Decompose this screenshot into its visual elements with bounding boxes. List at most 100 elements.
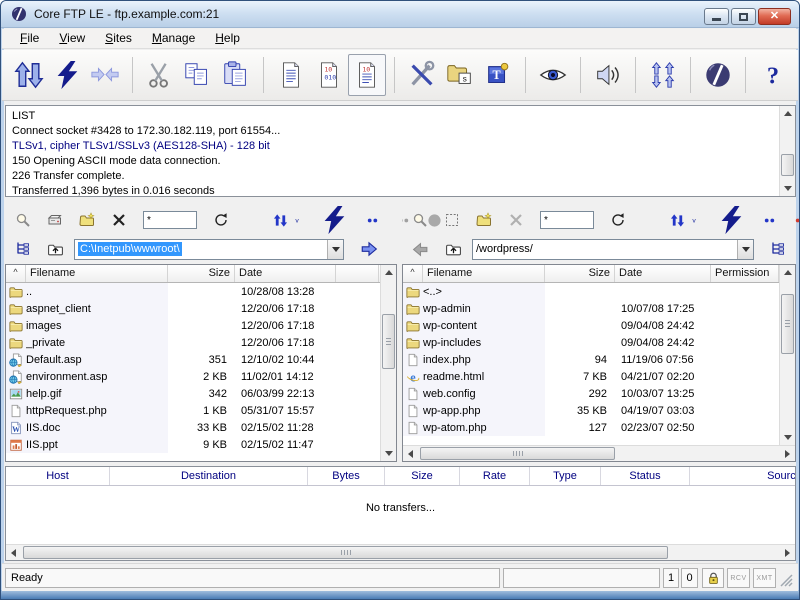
file-row[interactable]: wp-includes09/04/08 24:42 [403, 334, 779, 351]
ascii-mode-button[interactable] [272, 54, 310, 96]
new-folder-icon[interactable] [79, 212, 95, 228]
filter-input[interactable] [540, 211, 594, 229]
file-row[interactable]: ereadme.html7 KB04/21/07 02:20 [403, 368, 779, 385]
dropdown-v-icon[interactable]: v [291, 214, 303, 226]
file-list-vertical-scrollbar[interactable] [779, 265, 795, 445]
combo-dropdown-button[interactable] [327, 240, 343, 259]
back-icon[interactable] [412, 241, 429, 258]
file-list-horizontal-scrollbar[interactable] [403, 445, 795, 461]
scroll-thumb[interactable] [420, 447, 615, 460]
connect-button[interactable] [48, 54, 86, 96]
menu-item-manage[interactable]: Manage [142, 29, 205, 48]
dots-blue-icon[interactable] [365, 213, 380, 228]
new-folder-icon[interactable] [476, 212, 492, 228]
scroll-thumb[interactable] [781, 294, 794, 354]
go-icon[interactable] [360, 240, 378, 258]
tree-icon[interactable] [770, 241, 786, 257]
transfer-arrows-icon[interactable] [670, 213, 685, 228]
connect-icon[interactable] [319, 205, 349, 235]
queue-column-size[interactable]: Size [385, 467, 460, 485]
column-header-date[interactable]: Date [235, 265, 336, 282]
queue-column-status[interactable]: Status [601, 467, 690, 485]
menu-item-help[interactable]: Help [205, 29, 250, 48]
binary-mode-button[interactable]: 10010 [310, 54, 348, 96]
column-header-blank[interactable] [336, 265, 379, 282]
select-icon[interactable] [444, 212, 460, 228]
scroll-thumb[interactable] [382, 314, 395, 369]
column-header-date[interactable]: Date [615, 265, 711, 282]
text-mode-button[interactable]: T [479, 54, 517, 96]
menu-item-file[interactable]: File [10, 29, 49, 48]
scroll-right-button[interactable] [780, 446, 795, 462]
path-combobox[interactable]: C:\Inetpub\wwwroot\ [74, 239, 344, 260]
file-row[interactable]: IIS.ppt9 KB02/15/02 11:47 [6, 436, 380, 453]
column-header-size[interactable]: Size [545, 265, 615, 282]
minimize-button[interactable] [704, 8, 729, 25]
refresh-icon[interactable] [610, 212, 626, 228]
file-row[interactable]: web.config29210/03/07 13:25 [403, 385, 779, 402]
dots-red-icon[interactable] [793, 213, 800, 228]
combo-dropdown-button[interactable] [737, 240, 753, 259]
scroll-up-button[interactable] [780, 265, 796, 280]
close-button[interactable]: ✕ [758, 8, 791, 25]
scroll-left-button[interactable] [403, 446, 418, 462]
queue-column-source[interactable]: Source [690, 467, 795, 485]
dots-blue-icon[interactable] [762, 213, 777, 228]
file-row[interactable]: environment.asp2 KB11/02/01 14:12 [6, 368, 380, 385]
file-row[interactable]: _private12/20/06 17:18 [6, 334, 380, 351]
scroll-up-button[interactable] [381, 265, 397, 280]
filter-input[interactable] [143, 211, 197, 229]
column-header-filename[interactable]: Filename [26, 265, 168, 282]
queue-column-bytes[interactable]: Bytes [308, 467, 385, 485]
path-combobox[interactable]: /wordpress/ [472, 239, 754, 260]
scroll-down-button[interactable] [780, 430, 796, 445]
scroll-right-button[interactable] [780, 545, 795, 561]
refresh-icon[interactable] [213, 212, 229, 228]
file-row[interactable]: wp-atom.php12702/23/07 02:50 [403, 419, 779, 436]
search-icon[interactable] [412, 212, 428, 228]
connect-icon[interactable] [716, 205, 746, 235]
transfer-arrows-icon[interactable] [273, 213, 288, 228]
up-folder-icon[interactable] [47, 241, 64, 258]
maximize-button[interactable] [731, 8, 756, 25]
view-button[interactable] [534, 54, 572, 96]
queue-column-type[interactable]: Type [530, 467, 601, 485]
menu-item-sites[interactable]: Sites [95, 29, 142, 48]
file-row[interactable]: help.gif34206/03/99 22:13 [6, 385, 380, 402]
scroll-left-button[interactable] [6, 545, 21, 561]
column-header-filename[interactable]: Filename [423, 265, 545, 282]
options-button[interactable] [403, 54, 441, 96]
tree-icon[interactable] [15, 241, 31, 257]
disconnect-button[interactable] [86, 54, 124, 96]
file-row[interactable]: wp-admin10/07/08 17:25 [403, 300, 779, 317]
dropdown-v-icon[interactable]: v [688, 214, 700, 226]
log-scrollbar[interactable] [779, 106, 795, 196]
drive-icon[interactable] [47, 212, 63, 228]
sound-button[interactable] [589, 54, 627, 96]
scroll-up-button[interactable] [780, 106, 796, 121]
auto-mode-button[interactable]: 10 [348, 54, 386, 96]
file-list-vertical-scrollbar[interactable] [380, 265, 396, 461]
file-row[interactable]: aspnet_client12/20/06 17:18 [6, 300, 380, 317]
menu-item-view[interactable]: View [49, 29, 95, 48]
file-row[interactable]: WIIS.doc33 KB02/15/02 11:28 [6, 419, 380, 436]
delete-disabled-icon[interactable] [508, 212, 524, 228]
copy-button[interactable] [179, 54, 217, 96]
about-button[interactable] [699, 54, 737, 96]
file-row[interactable]: ..10/28/08 13:28 [6, 283, 380, 300]
paste-button[interactable] [217, 54, 255, 96]
file-row[interactable]: index.php9411/19/06 07:56 [403, 351, 779, 368]
site-manager-button[interactable]: s [441, 54, 479, 96]
scroll-thumb[interactable] [781, 154, 794, 176]
delete-icon[interactable] [111, 212, 127, 228]
queue-column-destination[interactable]: Destination [110, 467, 308, 485]
search-icon[interactable] [15, 212, 31, 228]
file-row[interactable]: httpRequest.php1 KB05/31/07 15:57 [6, 402, 380, 419]
file-row[interactable]: wp-content09/04/08 24:42 [403, 317, 779, 334]
file-row[interactable]: Default.asp35112/10/02 10:44 [6, 351, 380, 368]
scroll-thumb[interactable] [23, 546, 668, 559]
queue-horizontal-scrollbar[interactable] [6, 544, 795, 560]
sort-header[interactable]: ^ [403, 265, 423, 282]
up-folder-icon[interactable] [445, 241, 462, 258]
column-header-size[interactable]: Size [168, 265, 235, 282]
